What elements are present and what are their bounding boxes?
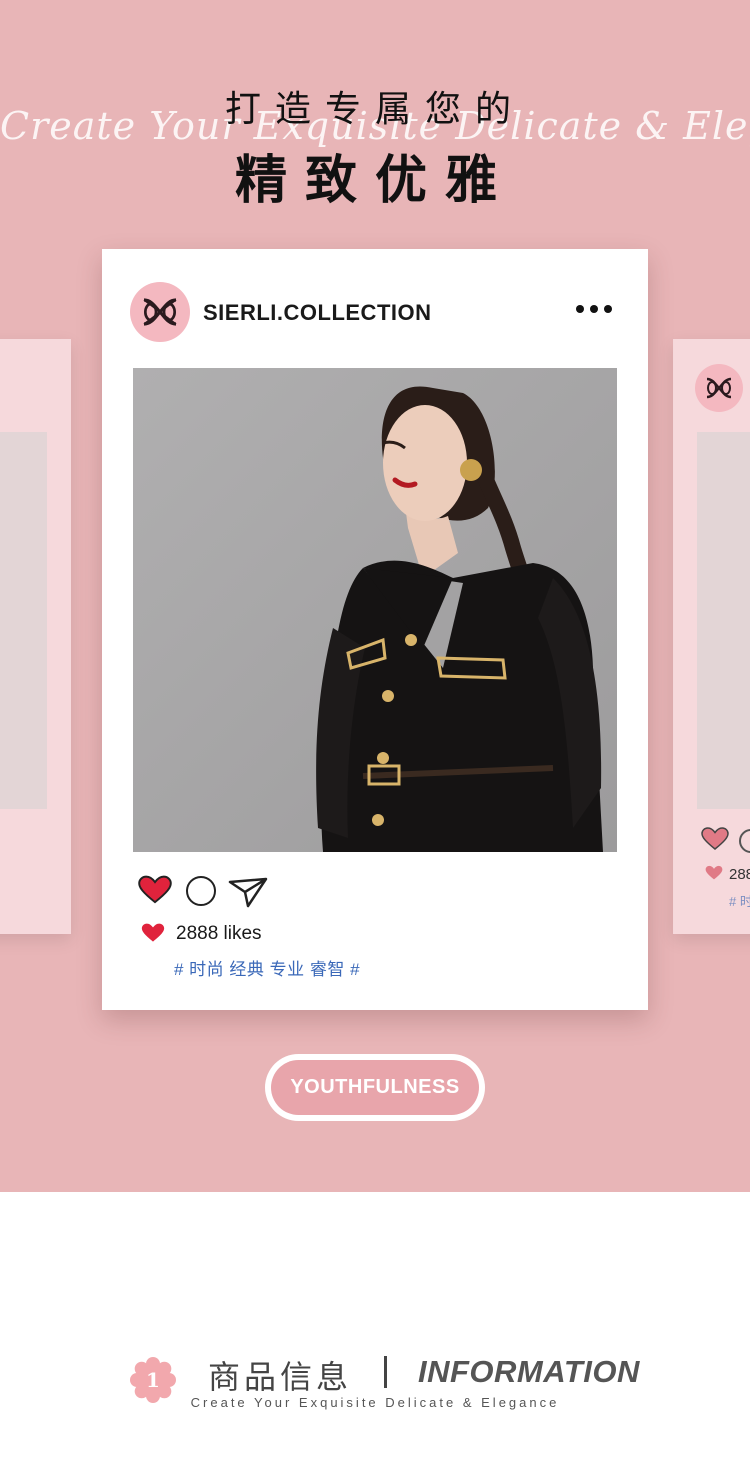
- youthfulness-label: YOUTHFULNESS: [271, 1060, 479, 1115]
- side-hashtags: # 时: [729, 894, 750, 909]
- comment-icon[interactable]: [186, 876, 216, 906]
- hero-section: Create Your Exquisite Delicate & Eleganc…: [0, 0, 750, 1192]
- side-likes-count: 288: [729, 866, 750, 883]
- side-card-left-photo: [0, 432, 47, 809]
- like-heart-icon[interactable]: [138, 875, 172, 910]
- post-photo: [133, 368, 617, 852]
- side-card-right-photo: [697, 432, 750, 809]
- post-hashtags[interactable]: # 时尚 经典 专业 睿智 #: [174, 955, 360, 980]
- comment-icon[interactable]: [739, 829, 750, 853]
- account-name[interactable]: SIERLI.COLLECTION: [203, 300, 432, 326]
- brand-avatar[interactable]: [130, 282, 190, 342]
- hero-title-line2: 精致优雅: [234, 151, 515, 211]
- info-title-cn: 商品信息: [208, 1358, 353, 1396]
- likes-count: 2888 likes: [176, 923, 262, 944]
- brand-logo-icon: [695, 364, 743, 412]
- info-title-en: INFORMATION: [418, 1354, 640, 1389]
- more-horizontal-icon[interactable]: [576, 305, 612, 313]
- share-send-icon[interactable]: [228, 876, 268, 913]
- info-divider: [384, 1356, 387, 1388]
- likes-heart-icon: [141, 922, 165, 949]
- side-card-left[interactable]: [0, 339, 71, 934]
- info-subtitle: Create Your Exquisite Delicate & Eleganc…: [190, 1395, 560, 1410]
- hero-title-line1: 打造专属您的: [224, 89, 525, 130]
- youthfulness-badge[interactable]: YOUTHFULNESS: [265, 1054, 485, 1121]
- brand-logo-icon: [143, 298, 177, 326]
- likes-heart-icon: [705, 865, 723, 886]
- section-number: 1: [146, 1368, 160, 1392]
- post-card: SIERLI.COLLECTION 2888 likes # 时尚 经典 专业 …: [102, 249, 648, 1010]
- heart-icon[interactable]: [701, 827, 729, 856]
- side-card-right[interactable]: 288 # 时: [673, 339, 750, 934]
